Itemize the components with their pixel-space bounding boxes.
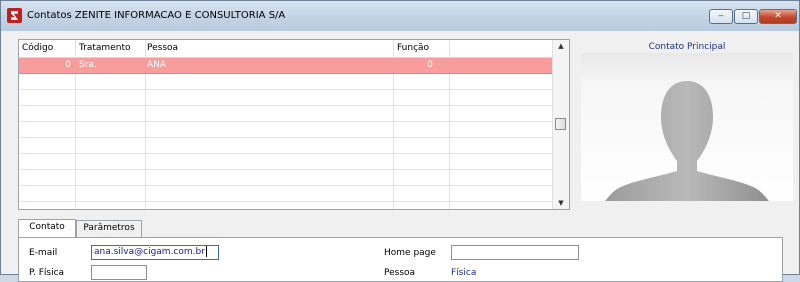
table-row[interactable]	[19, 74, 553, 90]
contact-photo[interactable]	[581, 53, 793, 201]
contacts-window: Contatos ZENITE INFORMACAO E CONSULTORIA…	[0, 0, 800, 282]
email-field[interactable]: ana.silva@cigam.com.br	[91, 245, 219, 260]
scrollbar-thumb[interactable]	[555, 118, 566, 130]
cell-tratamento: Sra.	[79, 60, 97, 70]
window-title: Contatos ZENITE INFORMACAO E CONSULTORIA…	[27, 10, 286, 21]
pfisica-field[interactable]	[91, 265, 147, 280]
grid-vertical-scrollbar[interactable]: ▲ ▼	[552, 40, 569, 209]
cell-codigo: 0	[65, 60, 71, 70]
scroll-down-arrow-icon[interactable]: ▼	[553, 197, 569, 209]
table-row[interactable]	[19, 106, 553, 122]
contact-details-panel: E-mail ana.silva@cigam.com.br Home page …	[18, 237, 783, 282]
column-header-pessoa[interactable]: Pessoa	[147, 43, 178, 53]
maximize-button[interactable]: □	[734, 9, 758, 24]
email-label: E-mail	[29, 248, 58, 258]
title-bar[interactable]: Contatos ZENITE INFORMACAO E CONSULTORIA…	[1, 1, 799, 31]
table-row[interactable]	[19, 186, 553, 202]
email-field-value: ana.silva@cigam.com.br	[94, 247, 205, 257]
column-header-codigo[interactable]: Código	[22, 43, 53, 53]
person-silhouette-icon	[605, 81, 769, 201]
table-row[interactable]	[19, 202, 553, 209]
scroll-up-arrow-icon[interactable]: ▲	[553, 40, 569, 52]
homepage-field[interactable]	[451, 245, 579, 260]
column-header-funcao[interactable]: Função	[397, 43, 429, 53]
grid-header: Código Tratamento Pessoa Função	[19, 40, 553, 58]
minimize-button[interactable]: ‒	[709, 9, 733, 24]
text-caret	[205, 246, 207, 257]
homepage-label: Home page	[384, 248, 436, 258]
table-row[interactable]	[19, 138, 553, 154]
table-row-selected[interactable]: 0 Sra. ANA 0	[19, 58, 553, 74]
photo-label: Contato Principal	[648, 42, 726, 52]
table-row[interactable]	[19, 90, 553, 106]
pessoa-value: Física	[451, 268, 477, 278]
table-row[interactable]	[19, 154, 553, 170]
cell-pessoa: ANA	[147, 60, 167, 70]
table-row[interactable]	[19, 170, 553, 186]
pfisica-label: P. Física	[29, 268, 65, 278]
table-row[interactable]	[19, 122, 553, 138]
tab-parametros[interactable]: Parâmetros	[76, 220, 142, 237]
contacts-grid[interactable]: Código Tratamento Pessoa Função 0 Sra. A…	[18, 39, 570, 210]
pessoa-label: Pessoa	[384, 268, 416, 278]
close-button[interactable]: ✕	[759, 9, 797, 24]
app-logo-icon	[7, 8, 22, 23]
cell-funcao: 0	[427, 60, 433, 70]
tab-contato[interactable]: Contato	[18, 219, 76, 238]
column-header-tratamento[interactable]: Tratamento	[79, 43, 130, 53]
